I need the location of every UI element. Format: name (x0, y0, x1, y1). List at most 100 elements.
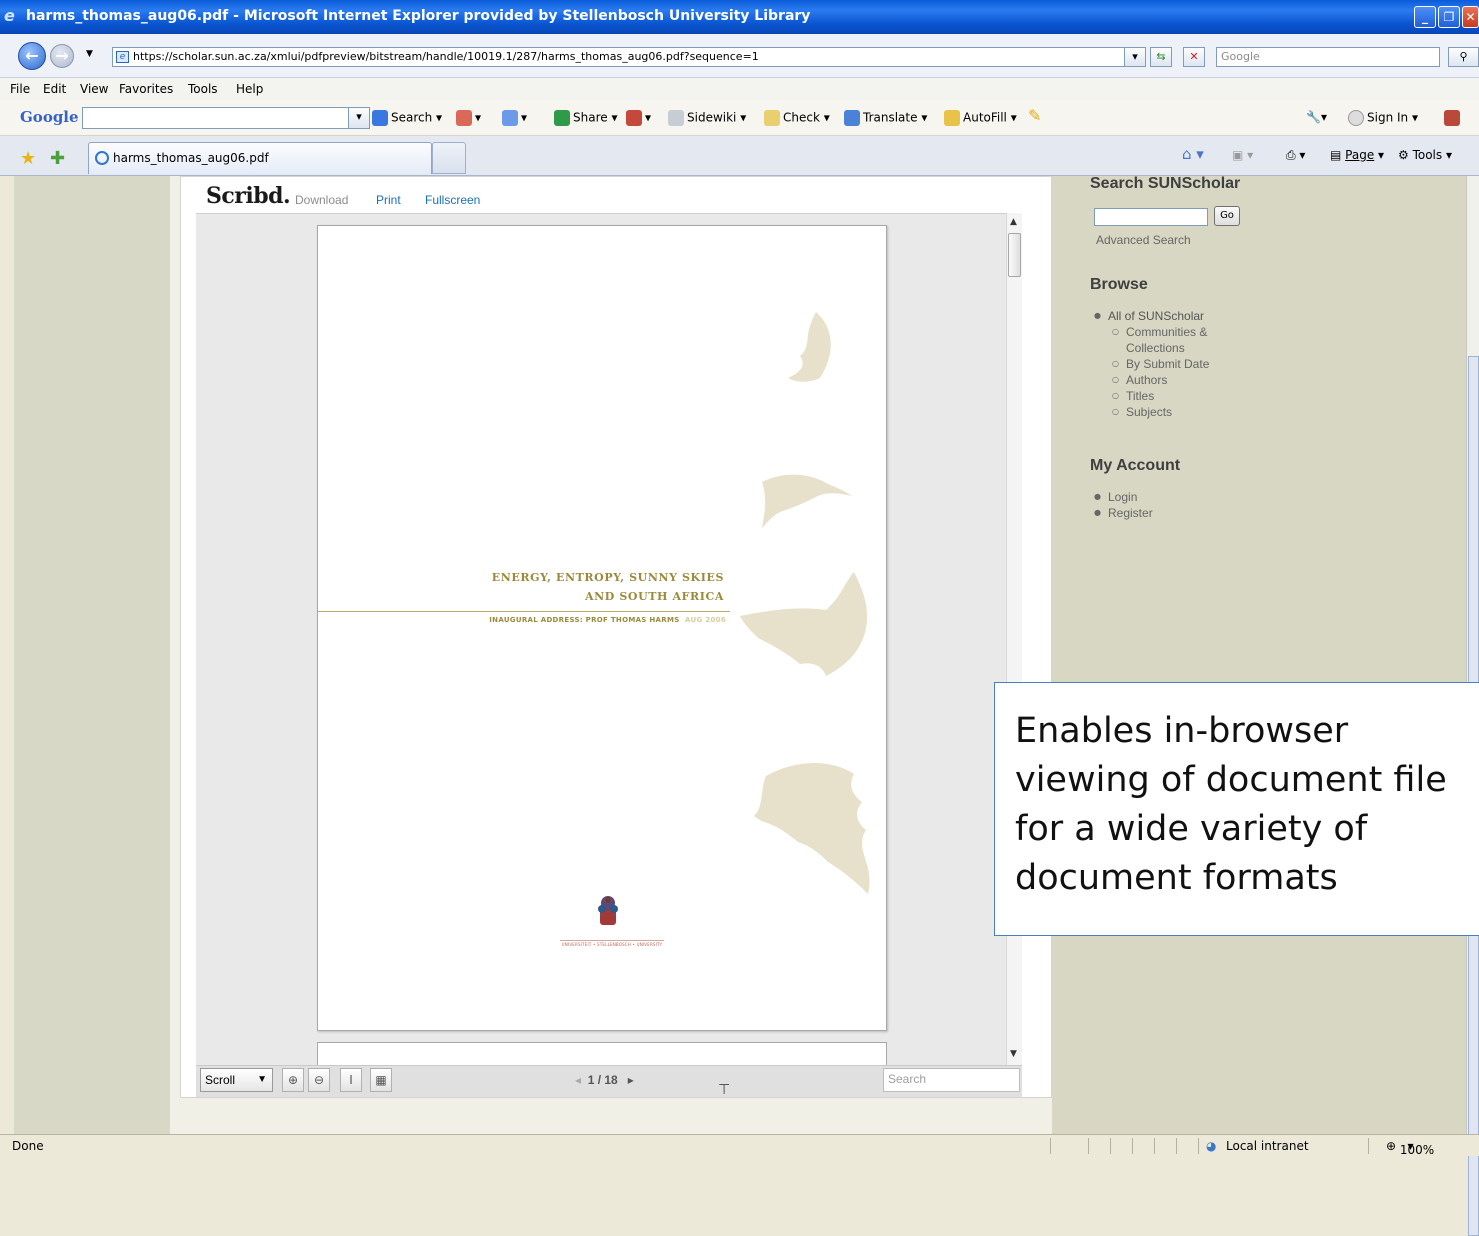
maximize-button[interactable]: ❐ (1438, 6, 1460, 28)
stop-button[interactable]: ✕ (1183, 47, 1205, 67)
address-dropdown-button[interactable]: ▾ (1124, 47, 1146, 67)
bookmarks-icon[interactable]: ▾ (456, 110, 481, 126)
share-button[interactable]: Share ▾ (554, 110, 617, 126)
tools-menu[interactable]: ⚙ Tools ▾ (1398, 148, 1452, 162)
plus-icon[interactable]: ▾ (502, 110, 527, 126)
fullscreen-link[interactable]: Fullscreen (425, 193, 480, 207)
advanced-search-link[interactable]: Advanced Search (1096, 233, 1191, 247)
add-favorites-icon[interactable]: ✚ (50, 148, 65, 169)
google-dropdown-button[interactable]: ▾ (348, 107, 370, 129)
bullet-icon: ○ (1112, 391, 1119, 400)
sidewiki-button[interactable]: Sidewiki ▾ (668, 110, 746, 126)
status-bar: Done ◕ Local intranet ⊕ 100% ▾ (0, 1134, 1479, 1157)
callout-line: document formats (1015, 858, 1338, 898)
leaf-illustration (754, 762, 870, 894)
bullet-icon: ● (1094, 311, 1101, 320)
page-scrollbar[interactable] (1466, 176, 1479, 1236)
register-link[interactable]: Register (1108, 506, 1153, 520)
favorites-star-icon[interactable]: ★ (20, 148, 36, 169)
go-button[interactable]: Go (1214, 206, 1240, 226)
sign-in-button[interactable]: Sign In ▾ (1348, 110, 1418, 126)
browse-titles[interactable]: Titles (1126, 389, 1154, 403)
menu-help[interactable]: Help (236, 82, 263, 96)
zoom-control[interactable]: ⊕ 100% ▾ (1386, 1139, 1434, 1157)
download-link[interactable]: Download (295, 193, 348, 207)
browse-submit-date[interactable]: By Submit Date (1126, 357, 1209, 371)
refresh-button[interactable]: ⇆ (1150, 47, 1172, 67)
address-toolbar: ← → ▼ e https://scholar.sun.ac.za/xmlui/… (0, 34, 1479, 78)
autofill-button[interactable]: AutoFill ▾ (944, 110, 1017, 126)
window-titlebar: e harms_thomas_aug06.pdf - Microsoft Int… (0, 0, 1479, 34)
search-icon[interactable]: ⚲ (1448, 47, 1479, 67)
google-search-input[interactable] (82, 107, 368, 129)
view-mode-select[interactable]: Scroll ▼ (200, 1068, 273, 1092)
close-button[interactable]: ✕ (1462, 6, 1479, 28)
menu-tools[interactable]: Tools (188, 82, 218, 96)
document-title-line1: ENERGY, ENTROPY, SUNNY SKIES (491, 571, 724, 584)
page-menu[interactable]: ▤ Page ▾ (1330, 148, 1384, 162)
print-icon[interactable]: ⎙ ▾ (1286, 148, 1305, 163)
zone-text: Local intranet (1226, 1139, 1309, 1153)
leaf-illustration (740, 572, 868, 676)
next-page-icon[interactable]: ▸ (628, 1073, 634, 1087)
bullet-icon: ● (1094, 508, 1101, 517)
ie-logo-icon: e (4, 6, 15, 25)
menu-view[interactable]: View (80, 82, 108, 96)
browse-authors[interactable]: Authors (1126, 373, 1167, 387)
bullet-icon: ● (1094, 492, 1101, 501)
scroll-up-icon[interactable]: ▲ (1010, 217, 1017, 227)
page-icon: e (116, 51, 129, 63)
callout-line: viewing of document file (1015, 760, 1447, 800)
minimize-button[interactable]: _ (1414, 6, 1436, 28)
viewer-search-input[interactable]: Search (883, 1068, 1020, 1092)
menu-file[interactable]: File (10, 82, 30, 96)
text-select-icon[interactable]: I (340, 1068, 362, 1092)
menu-bar: File Edit View Favorites Tools Help (0, 78, 1479, 100)
left-margin (14, 176, 170, 1134)
bullet-icon: ○ (1112, 359, 1119, 368)
title-rule (318, 611, 730, 612)
status-text: Done (12, 1139, 44, 1153)
browse-all[interactable]: All of SUNScholar (1108, 309, 1204, 323)
back-button[interactable]: ← (18, 42, 46, 70)
window-title: harms_thomas_aug06.pdf - Microsoft Inter… (26, 8, 811, 24)
print-link[interactable]: Print (376, 193, 401, 207)
history-dropdown-icon[interactable]: ▼ (86, 49, 93, 59)
google-toolbar: Google ▾ Search ▾ ▾ ▾ Share ▾ ▾ Sidewiki… (0, 100, 1479, 136)
login-link[interactable]: Login (1108, 490, 1137, 504)
viewer-scroll-thumb[interactable] (1008, 233, 1021, 277)
sidebar-search-input[interactable] (1094, 208, 1208, 226)
pencil-icon[interactable]: ✎ (1028, 106, 1041, 125)
wrench-icon[interactable]: 🔧▾ (1306, 110, 1327, 124)
ie-tab-icon (95, 151, 109, 165)
zoom-out-icon[interactable]: ⊖ (308, 1068, 330, 1092)
callout-line: for a wide variety of (1015, 809, 1368, 849)
address-input[interactable]: e https://scholar.sun.ac.za/xmlui/pdfpre… (112, 47, 1142, 67)
google-settings-icon[interactable] (1444, 110, 1463, 126)
google-search-button[interactable]: Search ▾ (372, 110, 442, 126)
popup-blocker-icon[interactable]: ▾ (626, 110, 651, 126)
grid-view-icon[interactable]: ▦ (370, 1068, 392, 1092)
menu-favorites[interactable]: Favorites (119, 82, 173, 96)
viewer-scrollbar[interactable]: ▲ ▼ (1006, 213, 1022, 1065)
prev-page-icon[interactable]: ◂ (575, 1073, 581, 1087)
my-account-heading: My Account (1090, 457, 1181, 474)
zoom-in-icon[interactable]: ⊕ (282, 1068, 304, 1092)
translate-button[interactable]: Translate ▾ (844, 110, 927, 126)
spellcheck-button[interactable]: Check ▾ (764, 110, 830, 126)
browse-communities[interactable]: Communities & (1126, 325, 1207, 339)
browser-search-input[interactable]: Google (1216, 47, 1440, 67)
browse-collections[interactable]: Collections (1126, 341, 1185, 355)
scroll-down-icon[interactable]: ▼ (1010, 1049, 1017, 1059)
feeds-icon[interactable]: ▣ ▾ (1232, 148, 1253, 162)
browse-subjects[interactable]: Subjects (1126, 405, 1172, 419)
forward-button[interactable]: → (50, 44, 74, 68)
google-logo: Google (20, 108, 79, 126)
menu-edit[interactable]: Edit (43, 82, 66, 96)
tab-active[interactable]: harms_thomas_aug06.pdf (88, 142, 432, 174)
home-icon[interactable]: ⌂ ▾ (1182, 145, 1204, 163)
new-tab-button[interactable] (432, 142, 466, 174)
annotation-callout: Enables in-browser viewing of document f… (994, 682, 1479, 936)
bullet-icon: ○ (1112, 375, 1119, 384)
browse-heading: Browse (1090, 276, 1148, 293)
